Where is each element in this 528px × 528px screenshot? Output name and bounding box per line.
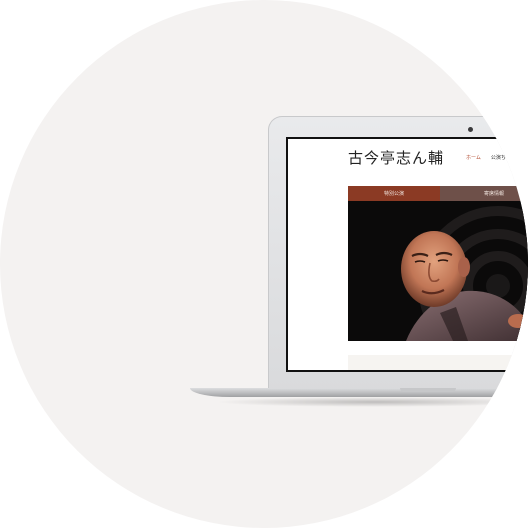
laptop-base [190,388,528,397]
laptop-camera-icon [468,127,473,132]
tab-special-performance[interactable]: 特別公演 [348,186,440,201]
site-title[interactable]: 古今亭志ん輔 [348,147,444,168]
mockup-stage: 古今亭志ん輔 ホーム 公演ち 特別公演 寄席情報 [0,0,528,528]
laptop-screen: 古今亭志ん輔 ホーム 公演ち 特別公演 寄席情報 [286,137,528,372]
site-nav: ホーム 公演ち [466,154,506,161]
nav-item-performances[interactable]: 公演ち [491,154,506,161]
hero-image [348,201,528,341]
tab-yose-info[interactable]: 寄席情報 [440,186,528,201]
lower-content-strip [348,355,528,370]
circle-clip: 古今亭志ん輔 ホーム 公演ち 特別公演 寄席情報 [0,0,528,528]
laptop-shadow [215,397,528,407]
laptop-hinge-notch [400,388,456,392]
hero-portrait-photo [348,201,528,341]
nav-item-home[interactable]: ホーム [466,154,481,161]
tab-bar: 特別公演 寄席情報 [348,186,528,201]
